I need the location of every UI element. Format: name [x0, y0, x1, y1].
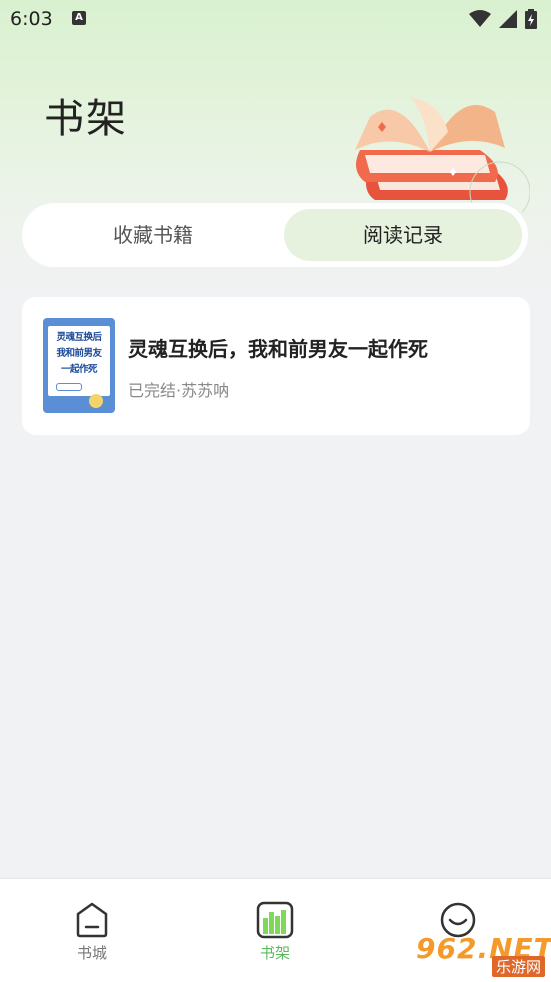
- nav-bookstore-label: 书城: [76, 944, 107, 962]
- battery-icon: [525, 9, 537, 29]
- wifi-icon: [469, 10, 491, 27]
- status-bar: 6:03 A: [0, 0, 551, 38]
- book-meta: 已完结·苏苏呐: [128, 381, 230, 400]
- shelf-tabs: 收藏书籍 阅读记录: [22, 203, 528, 267]
- nav-bookstore[interactable]: 书城: [32, 879, 152, 982]
- bookshelf-icon: [256, 901, 294, 939]
- status-time: 6:03: [10, 8, 53, 30]
- status-icons: [469, 8, 537, 30]
- page-title: 书架: [44, 96, 128, 142]
- nav-bookshelf[interactable]: 书架: [215, 879, 335, 982]
- watermark-sub: 乐游网: [492, 956, 546, 977]
- site-watermark: 962.NET 乐游网: [416, 932, 551, 977]
- cover-title-line-2: 我和前男友: [56, 348, 102, 359]
- cover-badge: [56, 383, 82, 391]
- signal-icon: [499, 10, 517, 28]
- book-list-item[interactable]: 灵魂互换后 我和前男友 一起作死 灵魂互换后，我和前男友一起作死 已完结·苏苏呐: [22, 297, 530, 435]
- tab-favorite-books[interactable]: 收藏书籍: [28, 209, 278, 261]
- nav-bookshelf-label: 书架: [259, 944, 290, 962]
- book-title[interactable]: 灵魂互换后，我和前男友一起作死: [128, 333, 428, 362]
- cover-panel: 灵魂互换后 我和前男友 一起作死: [48, 326, 110, 396]
- home-icon: [76, 902, 108, 938]
- cover-title-line-1: 灵魂互换后: [56, 332, 102, 343]
- tab-reading-history[interactable]: 阅读记录: [284, 209, 522, 261]
- notification-a-icon: A: [72, 11, 86, 25]
- books-illustration: [355, 97, 530, 212]
- cover-emoji-icon: [89, 394, 103, 408]
- cover-title-line-3: 一起作死: [60, 364, 98, 375]
- book-cover[interactable]: 灵魂互换后 我和前男友 一起作死: [43, 318, 115, 413]
